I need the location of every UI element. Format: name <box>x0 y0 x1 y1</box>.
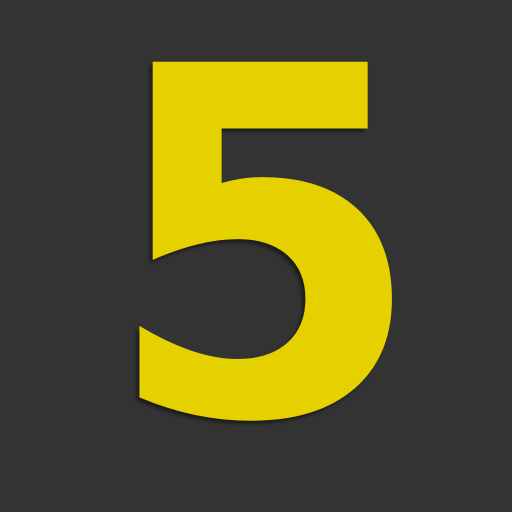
number-tile: 5 <box>0 0 512 512</box>
digit-five: 5 <box>103 0 425 512</box>
